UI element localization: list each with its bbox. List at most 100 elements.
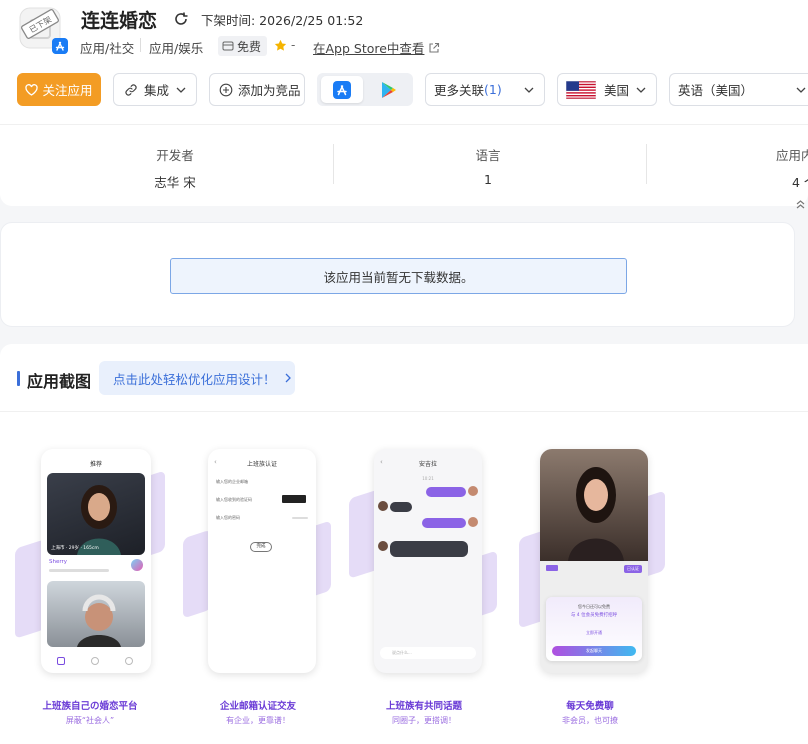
- screenshot-subcaption: 有企业，更靠谱！: [226, 716, 290, 725]
- country-label: 美国: [604, 83, 630, 98]
- refresh-icon[interactable]: [173, 11, 189, 27]
- person-illustration: [77, 594, 121, 647]
- popup-tip[interactable]: 立即开通: [546, 630, 642, 636]
- profile-tab-icon: [125, 657, 133, 665]
- person-illustration: [568, 467, 624, 561]
- price-tag: 免费: [218, 36, 268, 56]
- screenshot-caption: 上班族有共同话题: [385, 701, 462, 712]
- form-row: 输入您的密码: [216, 515, 240, 520]
- stat-label: 应用内: [776, 148, 808, 163]
- store-switch: [317, 73, 413, 106]
- card-label: 上海市 · 29岁 · 165cm: [51, 546, 99, 551]
- screenshots-title: 应用截图: [27, 372, 92, 391]
- screenshot-3[interactable]: 安吉拉 ‹ 10:21 说点什么... 上班族有共同话题 同圈子，更搭调！: [349, 434, 499, 744]
- screenshot-1[interactable]: 推荐 上海市 · 29岁 · 165cm Sherry 上班族自己の婚恋平台 屏…: [15, 434, 165, 744]
- phone-mockup: 上班族认证 ‹ 输入您的企业邮箱 输入您收到的验证码 输入您的密码 完成: [208, 449, 316, 673]
- message-bubble: [390, 502, 412, 512]
- category-entertainment[interactable]: 应用/娱乐: [149, 38, 203, 57]
- stat-value: 志华 宋: [154, 175, 196, 190]
- heart-icon: [25, 83, 39, 96]
- chevron-right-icon: [285, 373, 291, 383]
- avatar: [468, 486, 478, 496]
- language-label: 英语（美国）: [678, 83, 754, 98]
- integrate-dropdown[interactable]: 集成: [113, 73, 197, 106]
- store-option-google-play[interactable]: [369, 76, 409, 103]
- us-flag-icon: [566, 80, 596, 99]
- language-dropdown[interactable]: 英语（美国）: [669, 73, 808, 106]
- like-icon: [131, 559, 143, 571]
- back-icon[interactable]: ‹: [380, 458, 383, 466]
- person-illustration: [77, 485, 121, 555]
- integrate-label: 集成: [144, 83, 170, 98]
- stat-languages: 语言 1: [450, 145, 526, 187]
- category-divider: [140, 38, 141, 52]
- screen-title: 推荐: [89, 461, 102, 468]
- external-link-icon: [429, 42, 440, 53]
- stats-divider: [0, 124, 808, 125]
- download-data-card: 该应用当前暂无下载数据。: [0, 222, 795, 327]
- star-icon: [274, 39, 287, 51]
- popup-button[interactable]: 发起聊天: [552, 646, 636, 656]
- delist-time: 下架时间: 2026/2/25 01:52: [201, 13, 364, 28]
- screen-title: 上班族认证: [246, 461, 277, 468]
- optimize-label: 点击此处轻松优化应用设计！: [113, 371, 276, 387]
- screenshot-2[interactable]: 上班族认证 ‹ 输入您的企业邮箱 输入您收到的验证码 输入您的密码 完成 企业邮…: [183, 434, 333, 744]
- store-link-text: 在App Store中查看: [313, 41, 425, 56]
- optimize-design-button[interactable]: 点击此处轻松优化应用设计！: [99, 361, 295, 395]
- more-related-label: 更多关联: [434, 83, 485, 98]
- country-dropdown[interactable]: 美国: [557, 73, 657, 106]
- phone-mockup: 安吉拉 ‹ 10:21 说点什么...: [374, 449, 482, 673]
- message-bubble: [422, 518, 466, 528]
- finish-button[interactable]: 完成: [250, 542, 272, 552]
- screenshots-card: 应用截图 点击此处轻松优化应用设计！ 推荐 上海市 · 29岁 · 165cm …: [0, 344, 808, 744]
- app-store-link[interactable]: 在App Store中查看: [313, 38, 440, 57]
- popup-title: 您今日还可以免费: [578, 604, 610, 609]
- phone-mockup: 推荐 上海市 · 29岁 · 165cm Sherry: [41, 449, 151, 673]
- profile-photo: 上海市 · 29岁 · 165cm: [47, 473, 145, 555]
- add-competitor-label: 添加为竞品: [238, 83, 301, 98]
- more-related-dropdown[interactable]: 更多关联 (1): [425, 73, 545, 106]
- stat-in-app: 应用内 4 个: [776, 145, 808, 191]
- form-row: 输入您的企业邮箱: [216, 479, 248, 484]
- stat-value: 1: [484, 172, 492, 187]
- text-line: [292, 517, 308, 519]
- screenshot-caption: 企业邮箱认证交友: [219, 701, 296, 712]
- avatar: [378, 501, 388, 511]
- follow-app-button[interactable]: 关注应用: [17, 73, 101, 106]
- decoration: [183, 529, 211, 619]
- screenshot-caption: 每天免费聊: [566, 701, 614, 712]
- chat-time: 10:21: [422, 476, 434, 481]
- app-store-icon: [333, 80, 351, 99]
- profile-name: Sherry: [49, 559, 68, 565]
- chat-tab-icon: [91, 657, 99, 665]
- screen-title: 安吉拉: [418, 461, 437, 468]
- text-line: [49, 569, 109, 572]
- section-marker: [17, 371, 20, 386]
- store-option-app-store[interactable]: [321, 76, 363, 103]
- chevron-down-icon: [176, 87, 186, 93]
- profile-photo: [47, 581, 145, 647]
- screenshot-4[interactable]: 已认证 您今日还可以免费 与 4 位会员免费打招呼 立即开通 发起聊天 每天免费…: [515, 434, 665, 744]
- avatar: [468, 517, 478, 527]
- collapse-icon[interactable]: [793, 196, 808, 211]
- message-input[interactable]: 说点什么...: [380, 647, 476, 659]
- logo-mark: [546, 565, 558, 571]
- back-icon[interactable]: ‹: [214, 458, 217, 466]
- follow-label: 关注应用: [42, 83, 93, 98]
- app-header-card: 已下架 连连婚恋 下架时间: 2026/2/25 01:52 应用/社交 应用/…: [0, 0, 808, 209]
- screenshot-subcaption: 屏蔽“社会人”: [65, 716, 115, 725]
- add-competitor-button[interactable]: 添加为竞品: [209, 73, 305, 106]
- free-chat-popup: 您今日还可以免费 与 4 位会员免费打招呼 立即开通 发起聊天: [546, 597, 642, 661]
- stat-divider: [646, 144, 647, 184]
- home-tab-icon: [57, 657, 65, 665]
- captcha-image: [282, 495, 306, 503]
- stat-label: 开发者: [156, 148, 194, 163]
- category-social[interactable]: 应用/社交: [80, 38, 134, 57]
- avatar: [378, 541, 388, 551]
- section-divider: [0, 411, 808, 412]
- more-related-count: (1): [484, 82, 502, 97]
- form-row: 输入您收到的验证码: [216, 497, 252, 502]
- message-bubble: [426, 487, 466, 497]
- profile-photo: [540, 449, 648, 561]
- app-store-icon: [52, 38, 68, 54]
